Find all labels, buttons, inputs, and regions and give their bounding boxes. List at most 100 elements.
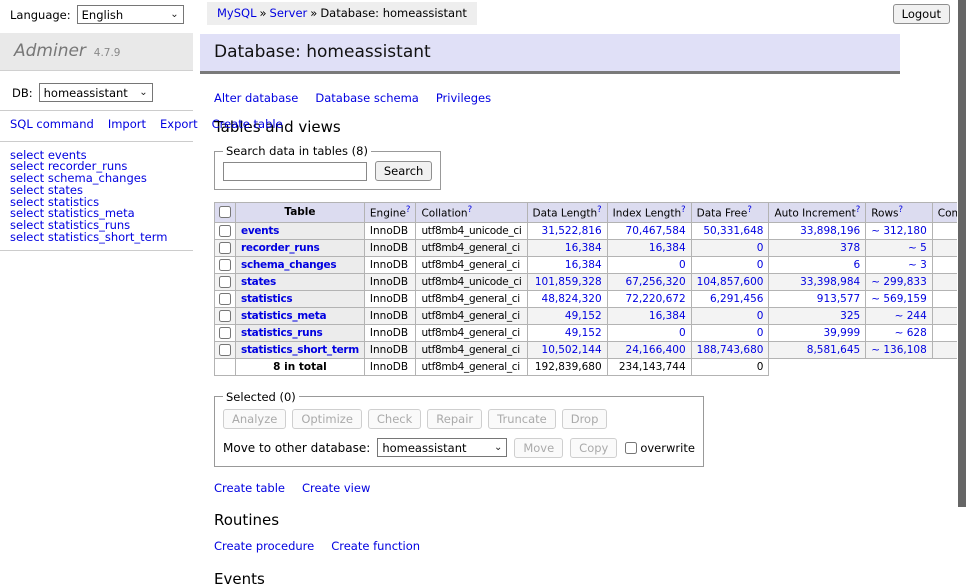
btn-truncate[interactable]: Truncate <box>488 409 556 429</box>
data-free-help-link[interactable]: ? <box>747 205 752 215</box>
move-button[interactable]: Move <box>514 438 563 458</box>
search-input[interactable] <box>223 162 367 181</box>
index-length-link[interactable]: 67,256,320 <box>626 276 686 288</box>
sidebar-link-export[interactable]: Export <box>160 117 198 131</box>
auto-increment-link[interactable]: 8,581,645 <box>807 344 860 356</box>
row-checkbox-events[interactable] <box>219 225 231 237</box>
data-free-link[interactable]: 0 <box>757 242 764 254</box>
data-free-link[interactable]: 0 <box>757 259 764 271</box>
auto-increment-link[interactable]: 6 <box>854 259 861 271</box>
data-free-link[interactable]: 0 <box>757 310 764 322</box>
auto-increment-link[interactable]: 33,898,196 <box>800 225 860 237</box>
sidebar-item-select-statistics-short-term[interactable]: select statistics_short_term <box>10 232 193 244</box>
breadcrumb-link-mysql[interactable]: MySQL <box>217 6 257 20</box>
rows-link[interactable]: ~ 569,159 <box>871 293 927 305</box>
data-length-link[interactable]: 48,824,320 <box>542 293 602 305</box>
btn-analyze[interactable]: Analyze <box>223 409 286 429</box>
sidebar-link-import[interactable]: Import <box>108 117 146 131</box>
cell-data-length: 101,859,328 <box>527 273 607 290</box>
index-length-link[interactable]: 0 <box>679 327 686 339</box>
rows-link[interactable]: ~ 3 <box>908 259 927 271</box>
auto-increment-link[interactable]: 378 <box>840 242 860 254</box>
row-checkbox-recorder-runs[interactable] <box>219 242 231 254</box>
collation-help-link[interactable]: ? <box>468 205 473 215</box>
table-link-statistics-meta[interactable]: statistics_meta <box>241 310 326 322</box>
rows-link[interactable]: ~ 628 <box>895 327 927 339</box>
auto-increment-link[interactable]: 33,398,984 <box>800 276 860 288</box>
data-length-link[interactable]: 10,502,144 <box>542 344 602 356</box>
search-button[interactable]: Search <box>375 161 433 181</box>
table-link-events[interactable]: events <box>241 225 279 237</box>
link-create-procedure[interactable]: Create procedure <box>214 539 314 553</box>
btn-check[interactable]: Check <box>368 409 421 429</box>
auto-increment-link[interactable]: 325 <box>840 310 860 322</box>
breadcrumb-link-server[interactable]: Server <box>270 6 308 20</box>
rows-link[interactable]: ~ 136,108 <box>871 344 927 356</box>
index-length-link[interactable]: 70,467,584 <box>626 225 686 237</box>
link-create-view[interactable]: Create view <box>302 481 370 495</box>
rows-link[interactable]: ~ 299,833 <box>871 276 927 288</box>
btn-repair[interactable]: Repair <box>427 409 482 429</box>
scrollbar-thumb[interactable] <box>958 0 966 507</box>
row-checkbox-schema-changes[interactable] <box>219 259 231 271</box>
move-db-select[interactable]: homeassistant ⌄ <box>377 438 507 457</box>
data-free-link[interactable]: 6,291,456 <box>710 293 763 305</box>
row-checkbox-statistics-short-term[interactable] <box>219 344 231 356</box>
cell-data-free: 104,857,600 <box>691 273 769 290</box>
index-length-help-link[interactable]: ? <box>681 205 686 215</box>
header-checkbox-cell <box>215 203 236 223</box>
rows-link[interactable]: ~ 244 <box>895 310 927 322</box>
data-length-link[interactable]: 16,384 <box>565 242 602 254</box>
data-length-link[interactable]: 49,152 <box>565 310 602 322</box>
data-free-link[interactable]: 50,331,648 <box>703 225 763 237</box>
table-link-statistics-short-term[interactable]: statistics_short_term <box>241 344 359 356</box>
data-free-link[interactable]: 188,743,680 <box>697 344 764 356</box>
index-length-link[interactable]: 0 <box>679 259 686 271</box>
row-checkbox-states[interactable] <box>219 276 231 288</box>
col-header-data-length: Data Length? <box>527 203 607 223</box>
data-length-link[interactable]: 101,859,328 <box>535 276 602 288</box>
table-link-states[interactable]: states <box>241 276 276 288</box>
index-length-link[interactable]: 16,384 <box>649 310 686 322</box>
row-checkbox-statistics[interactable] <box>219 293 231 305</box>
auto-increment-link[interactable]: 913,577 <box>817 293 860 305</box>
index-length-link[interactable]: 16,384 <box>649 242 686 254</box>
cell-index-length: 72,220,672 <box>607 290 691 307</box>
data-free-link[interactable]: 104,857,600 <box>697 276 764 288</box>
overwrite-checkbox[interactable] <box>625 442 637 454</box>
table-link-statistics-runs[interactable]: statistics_runs <box>241 327 322 339</box>
link-alter-database[interactable]: Alter database <box>214 91 298 105</box>
link-privileges[interactable]: Privileges <box>436 91 491 105</box>
row-checkbox-statistics-runs[interactable] <box>219 327 231 339</box>
index-length-link[interactable]: 72,220,672 <box>626 293 686 305</box>
select-all-checkbox[interactable] <box>219 206 231 218</box>
data-free-link[interactable]: 0 <box>757 327 764 339</box>
data-length-help-link[interactable]: ? <box>597 205 602 215</box>
rows-help-link[interactable]: ? <box>899 205 904 215</box>
rows-link[interactable]: ~ 312,180 <box>871 225 927 237</box>
link-create-table[interactable]: Create table <box>214 481 285 495</box>
logout-button[interactable]: Logout <box>893 4 950 24</box>
auto-increment-help-link[interactable]: ? <box>856 205 861 215</box>
table-link-schema-changes[interactable]: schema_changes <box>241 259 336 271</box>
data-length-link[interactable]: 16,384 <box>565 259 602 271</box>
db-select[interactable]: homeassistant ⌄ <box>39 83 153 102</box>
table-link-recorder-runs[interactable]: recorder_runs <box>241 242 319 254</box>
sidebar-link-create-table[interactable]: Create table <box>212 117 283 131</box>
table-link-statistics[interactable]: statistics <box>241 293 292 305</box>
row-checkbox-statistics-meta[interactable] <box>219 310 231 322</box>
index-length-link[interactable]: 24,166,400 <box>626 344 686 356</box>
btn-drop[interactable]: Drop <box>562 409 608 429</box>
auto-increment-link[interactable]: 39,999 <box>823 327 860 339</box>
data-length-link[interactable]: 31,522,816 <box>542 225 602 237</box>
data-length-link[interactable]: 49,152 <box>565 327 602 339</box>
link-database-schema[interactable]: Database schema <box>315 91 418 105</box>
copy-button[interactable]: Copy <box>570 438 617 458</box>
app-name[interactable]: Adminer <box>14 41 86 61</box>
rows-link[interactable]: ~ 5 <box>908 242 927 254</box>
link-create-function[interactable]: Create function <box>331 539 420 553</box>
cell-collation: utf8mb4_general_ci <box>416 341 527 358</box>
sidebar-link-sql-command[interactable]: SQL command <box>10 117 94 131</box>
btn-optimize[interactable]: Optimize <box>292 409 362 429</box>
engine-help-link[interactable]: ? <box>406 205 411 215</box>
